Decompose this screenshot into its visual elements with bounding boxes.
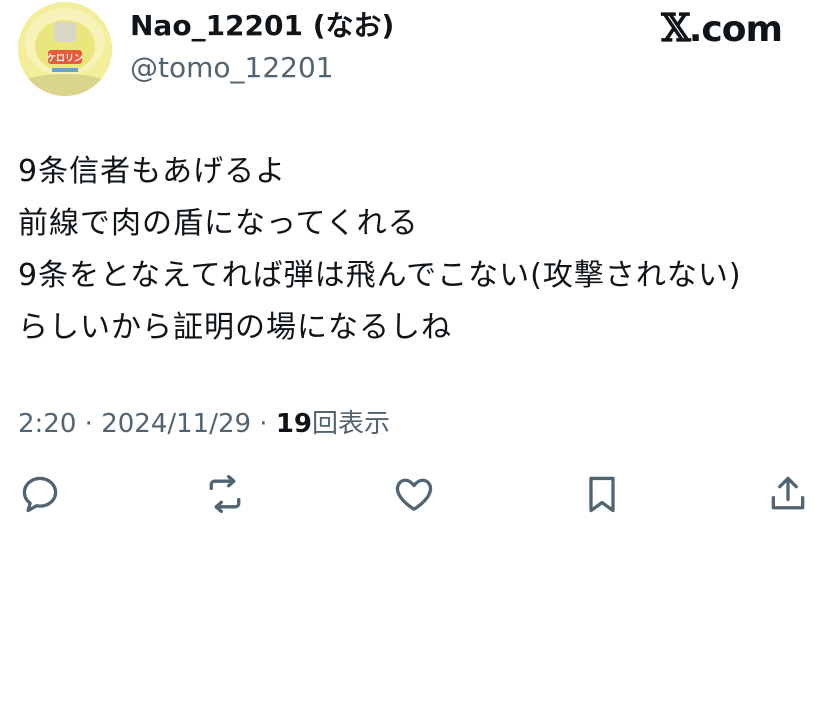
svg-text:ケロリン: ケロリン [47, 53, 83, 64]
like-button[interactable] [392, 472, 436, 520]
display-name[interactable]: Nao_12201 (なお) [130, 6, 394, 46]
reply-icon [22, 476, 58, 513]
share-button[interactable] [766, 472, 810, 520]
tweet-text: 9条信者もあげるよ 前線で肉の盾になってくれる 9条をとなえてれば弾は飛んでこな… [18, 146, 818, 354]
meta-separator: · [251, 409, 276, 439]
x-logo: 𝕏.com [661, 5, 783, 52]
tweet-meta: 2:20 · 2024/11/29 · 19回表示 [18, 404, 390, 444]
tweet-line: 9条をとなえてれば弾は飛んでこない(攻撃されない) [18, 258, 742, 293]
tweet-date[interactable]: 2024/11/29 [101, 409, 251, 439]
tweet-line: 前線で肉の盾になってくれる [18, 206, 419, 241]
views-count: 19 [275, 409, 313, 439]
bookmark-icon [589, 476, 615, 513]
views-label: 回表示 [312, 409, 391, 439]
repost-icon [209, 474, 241, 514]
x-domain: .com [688, 9, 783, 50]
user-handle[interactable]: @tomo_12201 [130, 48, 334, 88]
share-icon [771, 476, 805, 510]
tweet-line: らしいから証明の場になるしね [18, 310, 452, 345]
avatar[interactable]: ケロリン [18, 2, 112, 96]
x-mark: 𝕏 [661, 5, 691, 50]
tweet-line: 9条信者もあげるよ [18, 154, 287, 189]
avatar-image: ケロリン [18, 2, 112, 96]
bookmark-button[interactable] [580, 472, 624, 520]
heart-icon [395, 478, 433, 511]
action-bar [0, 472, 828, 520]
meta-separator: · [76, 409, 102, 439]
repost-button[interactable] [203, 472, 247, 520]
tweet-time[interactable]: 2:20 [18, 409, 76, 439]
reply-button[interactable] [18, 472, 62, 520]
